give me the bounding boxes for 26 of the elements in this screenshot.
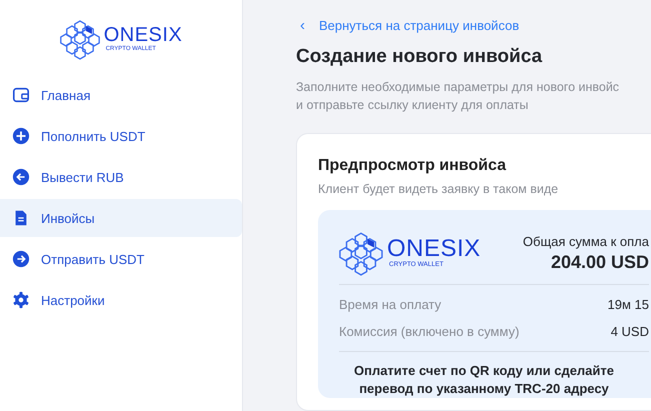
card-subtitle: Клиент будет видеть заявку в таком виде <box>318 182 560 196</box>
logo-name: ONESIX <box>104 25 182 45</box>
back-link[interactable]: Вернуться на страницу инвойсов <box>319 18 520 33</box>
nav-item[interactable]: Настройки <box>0 281 242 319</box>
row-value: 19м 15 <box>608 297 649 312</box>
total-label: Общая сумма к опла <box>522 234 649 248</box>
cube-logo-icon <box>60 18 100 60</box>
back-chevron-icon: ‹ <box>300 17 305 34</box>
row-label: Время на оплату <box>339 297 442 312</box>
nav-item[interactable]: Отправить USDT <box>0 240 242 278</box>
page-title: Создание нового инвойса <box>296 45 544 69</box>
wallet-icon <box>12 86 30 104</box>
nav-item[interactable]: Вывести RUB <box>0 158 242 196</box>
payment-instructions: Оплатите счет по QR коду или сделайте перевод по указанному TRC-20 адресу <box>352 362 615 398</box>
row-value: 4 USD <box>610 324 649 339</box>
nav-item[interactable]: Главная <box>0 76 242 114</box>
total-amount: 204.00 USD <box>550 252 649 272</box>
settings-icon <box>12 291 30 309</box>
plus-icon <box>12 127 30 145</box>
nav-item[interactable]: Пополнить USDT <box>0 117 242 155</box>
cube-logo-icon <box>339 230 383 276</box>
page-description: Заполните необходимые параметры для нового инвойс и отправьте ссылку клиенту для оплаты <box>296 79 620 114</box>
nav-item[interactable]: Инвойсы <box>0 199 242 237</box>
card-title: Предпросмотр инвойса <box>318 156 508 176</box>
row-label: Комиссия (включено в сумму) <box>339 324 520 339</box>
logo-name: ONESIX <box>387 237 481 261</box>
